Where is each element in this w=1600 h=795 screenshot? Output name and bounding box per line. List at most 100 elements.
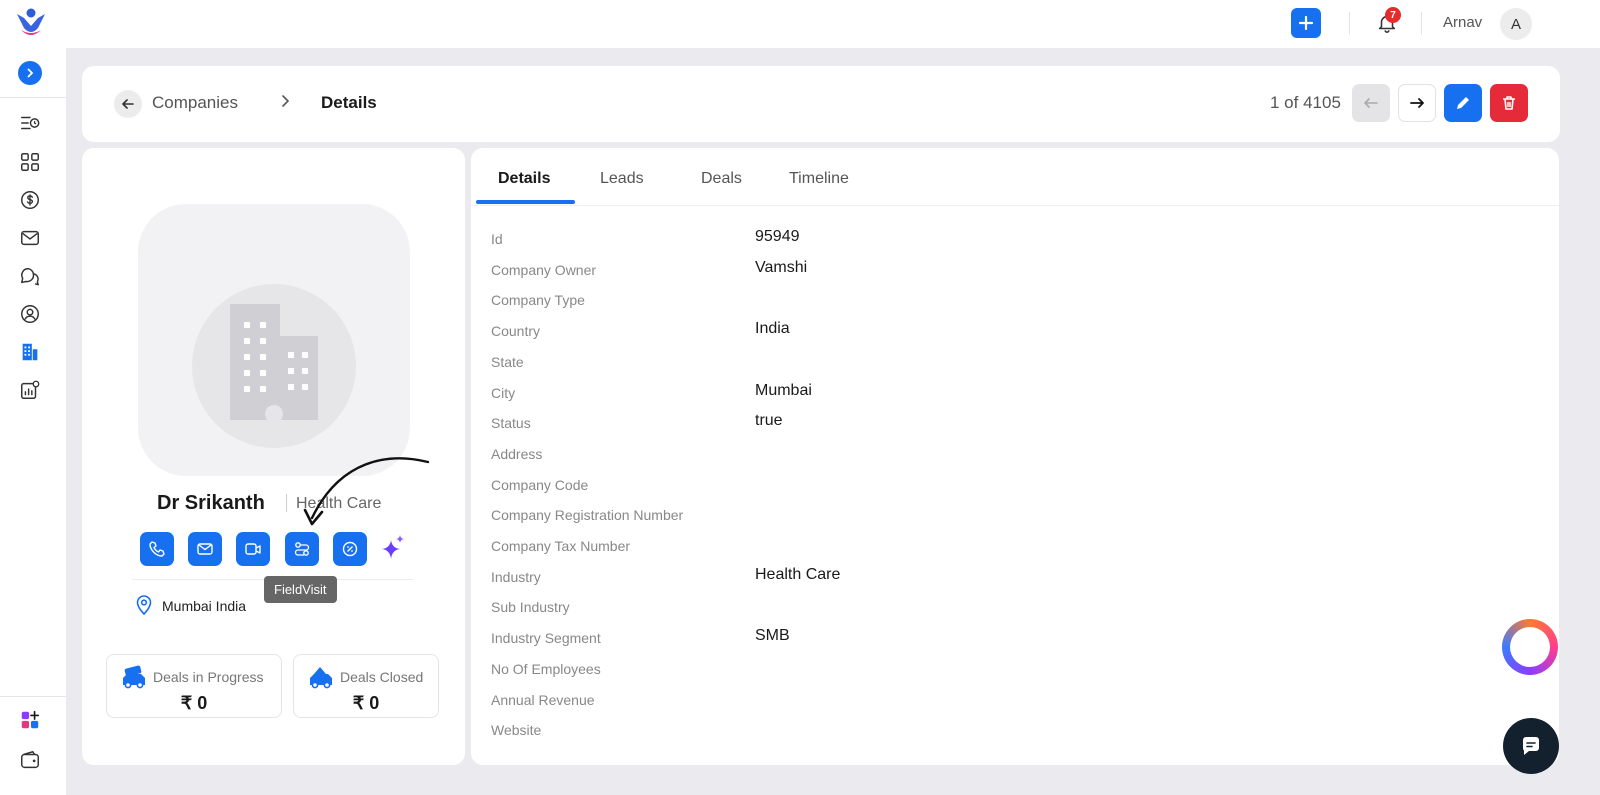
sidebar-expand-button[interactable] <box>18 61 42 85</box>
field-value: India <box>755 320 790 337</box>
chat-bubbles-icon <box>21 267 39 286</box>
record-pager: 1 of 4105 <box>1270 93 1341 112</box>
tabs-divider <box>471 205 1559 206</box>
tab-deals[interactable]: Deals <box>701 170 742 188</box>
tab-details[interactable]: Details <box>498 170 550 188</box>
arrow-right-icon <box>1410 98 1424 108</box>
field-label: Annual Revenue <box>491 692 595 708</box>
badge-percent-icon <box>342 541 358 557</box>
user-name[interactable]: Arnav <box>1443 14 1482 31</box>
top-divider <box>1349 12 1350 34</box>
name-divider <box>286 494 287 512</box>
sidebar-item-contacts[interactable] <box>18 302 42 326</box>
details-header: Companies Details 1 of 4105 <box>82 66 1560 142</box>
deals-closed-stat: Deals Closed ₹ 0 <box>293 654 439 718</box>
sidebar-item-chat[interactable] <box>18 264 42 288</box>
breadcrumb-companies[interactable]: Companies <box>152 93 238 113</box>
assistant-launcher[interactable] <box>1502 619 1558 675</box>
chat-button[interactable] <box>1503 718 1559 774</box>
tab-timeline[interactable]: Timeline <box>789 170 849 188</box>
page-title: Details <box>321 93 377 112</box>
stat-value: ₹ 0 <box>180 693 208 713</box>
sidebar <box>0 48 66 795</box>
email-button[interactable] <box>188 532 222 566</box>
meeting-button[interactable] <box>236 532 270 566</box>
field-label: Industry <box>491 569 541 585</box>
mail-icon <box>197 543 213 555</box>
field-label: No Of Employees <box>491 661 601 677</box>
field-label: Industry Segment <box>491 630 601 646</box>
field-value: SMB <box>755 627 790 644</box>
notification-badge: 7 <box>1385 7 1401 23</box>
field-label: Sub Industry <box>491 599 570 615</box>
field-label: Company Owner <box>491 262 597 278</box>
company-location: Mumbai India <box>162 598 247 614</box>
next-record-button[interactable] <box>1398 84 1436 122</box>
field-label: Company Type <box>491 292 585 308</box>
field-value: Vamshi <box>755 259 808 276</box>
apps-add-icon <box>21 710 40 729</box>
field-label: City <box>491 385 516 401</box>
notifications-button[interactable]: 7 <box>1371 7 1403 39</box>
field-value: 95949 <box>755 228 800 245</box>
deal-car-icon <box>121 665 147 694</box>
add-button[interactable] <box>1291 8 1321 38</box>
plus-icon <box>1299 16 1313 30</box>
company-name: Dr Srikanth <box>157 492 265 514</box>
building-icon <box>230 304 318 420</box>
tab-leads[interactable]: Leads <box>600 170 644 188</box>
assistant-launcher-inner <box>1510 627 1550 667</box>
sidebar-item-reports[interactable] <box>18 378 42 402</box>
delete-button[interactable] <box>1490 84 1528 122</box>
top-divider <box>1421 12 1422 34</box>
field-label: Website <box>491 722 542 738</box>
user-circle-icon <box>21 305 39 323</box>
sidebar-item-dashboard[interactable] <box>18 150 42 174</box>
sidebar-item-activities[interactable] <box>18 111 42 135</box>
sparkle-icon <box>382 535 404 559</box>
ai-assist-button[interactable] <box>379 532 407 564</box>
sidebar-divider <box>0 97 66 98</box>
arrow-left-icon <box>122 99 134 109</box>
dollar-icon <box>21 191 39 209</box>
sidebar-item-apps[interactable] <box>18 708 42 732</box>
active-tab-indicator <box>476 200 575 204</box>
avatar[interactable]: A <box>1500 8 1532 40</box>
field-label: Status <box>491 415 531 431</box>
previous-record-button[interactable] <box>1352 84 1390 122</box>
field-value: Mumbai <box>755 382 812 399</box>
sidebar-divider <box>0 696 66 697</box>
trash-icon <box>1503 96 1515 110</box>
sidebar-item-mail[interactable] <box>18 226 42 250</box>
field-value: true <box>755 412 783 429</box>
sidebar-item-companies[interactable] <box>18 340 42 364</box>
field-value: Health Care <box>755 566 841 583</box>
back-button[interactable] <box>114 90 142 118</box>
chart-settings-icon <box>21 380 40 399</box>
discount-button[interactable] <box>333 532 367 566</box>
company-details-card: Details Leads Deals Timeline Id 95949 Comp… <box>471 148 1559 765</box>
building-icon <box>22 343 38 361</box>
field-label: Id <box>491 231 503 247</box>
edit-button[interactable] <box>1444 84 1482 122</box>
annotation-arrow-icon <box>303 457 430 526</box>
chevron-right-icon <box>27 68 34 78</box>
wallet-icon <box>21 750 39 769</box>
company-image <box>138 204 410 476</box>
sidebar-item-wallet[interactable] <box>18 748 42 772</box>
app-logo[interactable] <box>14 6 48 40</box>
field-visit-button[interactable] <box>285 532 319 566</box>
deals-in-progress-stat: Deals in Progress ₹ 0 <box>106 654 282 718</box>
chevron-right-icon <box>280 94 292 113</box>
route-icon <box>294 542 310 556</box>
stat-label: Deals Closed <box>340 669 424 685</box>
call-button[interactable] <box>140 532 174 566</box>
tooltip: FieldVisit <box>264 576 337 603</box>
grid-icon <box>21 153 39 171</box>
field-label: Company Code <box>491 477 589 493</box>
stat-label: Deals in Progress <box>153 669 264 685</box>
sidebar-item-deals[interactable] <box>18 188 42 212</box>
pencil-icon <box>1457 97 1469 109</box>
location-pin-icon <box>134 594 154 621</box>
chat-icon <box>1522 737 1539 755</box>
